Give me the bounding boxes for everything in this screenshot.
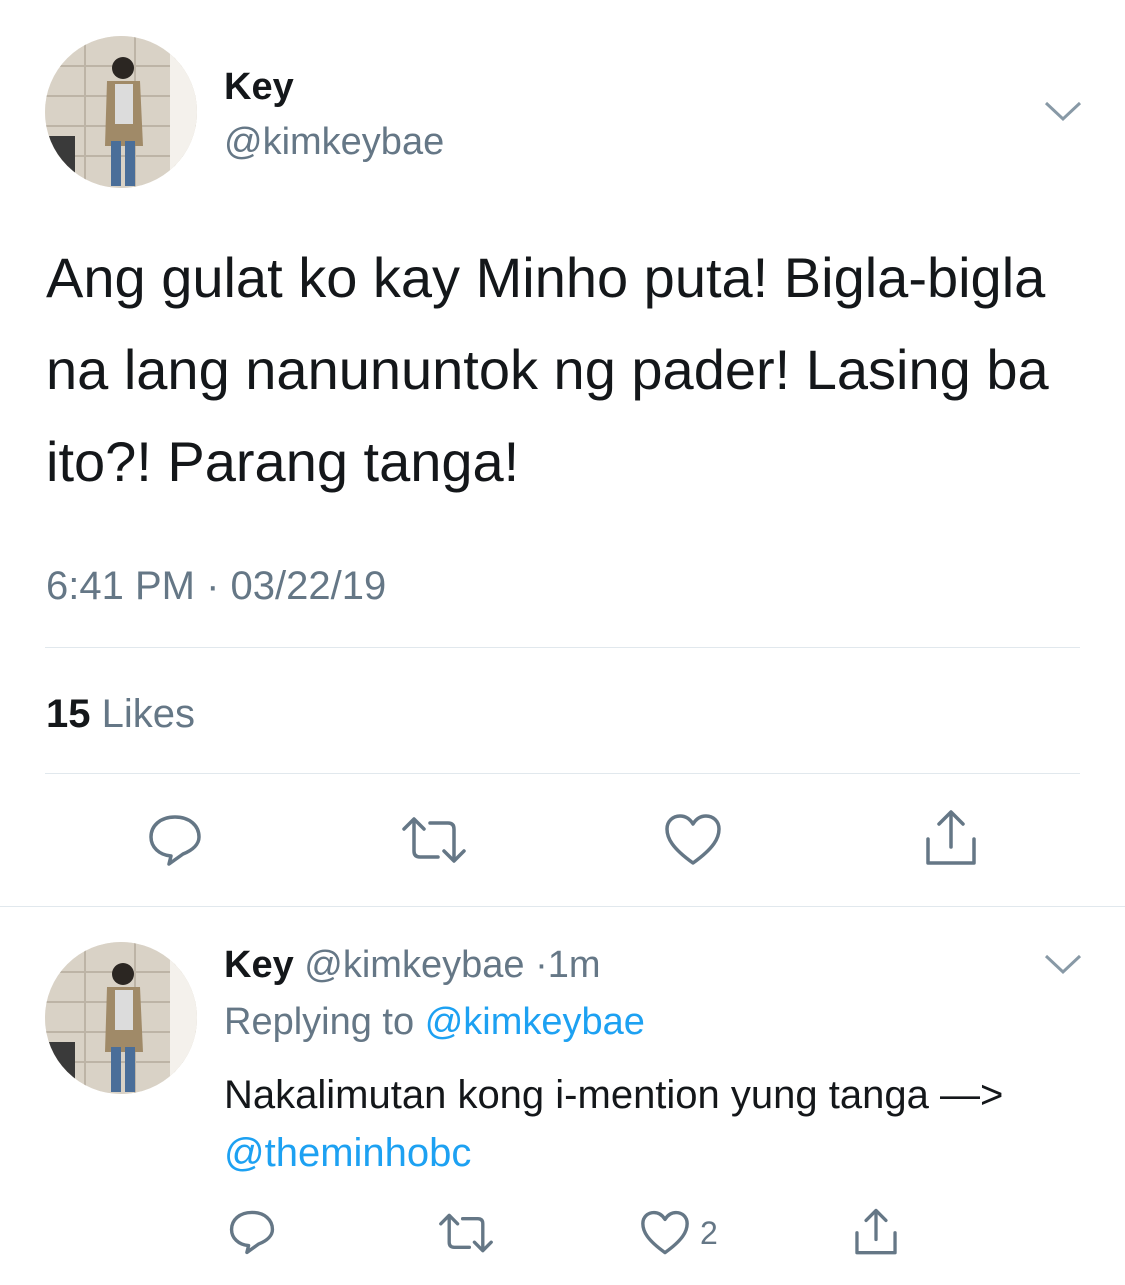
reply-mention-link[interactable]: @theminhobc	[224, 1131, 471, 1175]
chevron-down-icon[interactable]	[1044, 953, 1082, 980]
tweet-timestamp[interactable]: 6:41 PM · 03/22/19	[46, 566, 386, 606]
tweet-text: Ang gulat ko kay Minho puta! Bigla-bigla…	[46, 246, 1049, 493]
reply-time-separator: ·	[535, 944, 548, 986]
replying-to-handle[interactable]: @kimkeybae	[425, 1001, 645, 1043]
reply-author-name[interactable]: Key	[224, 944, 294, 986]
like-button[interactable]: 2	[640, 1210, 718, 1256]
replying-to-label: Replying to	[224, 1001, 415, 1043]
retweet-icon[interactable]	[396, 810, 472, 870]
reply-header: Key @kimkeybae ·1m	[224, 946, 601, 984]
reply-time[interactable]: 1m	[548, 944, 601, 986]
share-icon[interactable]	[850, 1206, 902, 1258]
author-avatar[interactable]	[45, 36, 197, 188]
author-handle[interactable]: @kimkeybae	[224, 123, 444, 161]
divider	[45, 773, 1080, 774]
heart-icon[interactable]	[660, 810, 726, 870]
likes-count: 15	[46, 692, 91, 736]
likes-label: Likes	[101, 692, 196, 736]
likes-summary[interactable]: 15 Likes	[46, 694, 195, 734]
reply-icon[interactable]	[140, 810, 210, 870]
divider	[0, 906, 1125, 907]
reply-author-handle[interactable]: @kimkeybae	[304, 944, 524, 986]
like-count: 2	[700, 1214, 718, 1251]
reply-author-avatar[interactable]	[45, 942, 197, 1094]
reply-icon[interactable]	[225, 1208, 279, 1256]
author-name[interactable]: Key	[224, 68, 294, 106]
heart-icon	[641, 1210, 689, 1255]
share-icon[interactable]	[918, 806, 984, 870]
chevron-down-icon[interactable]	[1044, 100, 1082, 127]
reply-text-body: Nakalimutan kong i-mention yung tanga —>	[224, 1073, 1004, 1117]
replying-to: Replying to @kimkeybae	[224, 1003, 645, 1041]
divider	[45, 647, 1080, 648]
reply-text: Nakalimutan kong i-mention yung tanga —>…	[224, 1066, 1084, 1182]
retweet-icon[interactable]	[436, 1210, 496, 1256]
